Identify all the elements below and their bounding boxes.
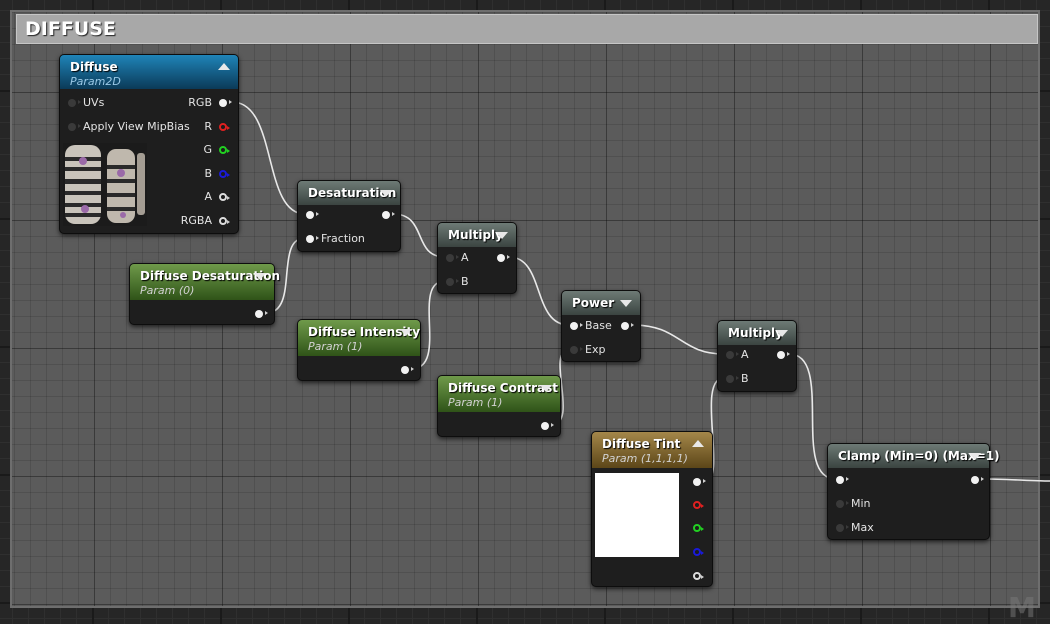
a-label: A	[741, 348, 749, 361]
max-label: Max	[851, 521, 874, 534]
node-title: Diffuse Desaturation	[140, 269, 281, 283]
b-output-pin[interactable]	[693, 548, 704, 556]
b-label: B	[741, 372, 749, 385]
clamp-node[interactable]: Clamp (Min=0) (Max=1) Min Max	[827, 443, 1000, 540]
desaturation-node[interactable]: Desaturation Fraction	[297, 180, 401, 252]
rgb-label: RGB	[188, 96, 212, 109]
collapse-arrow-icon[interactable]	[400, 329, 412, 336]
mipbias-label: Apply View MipBias	[83, 120, 190, 133]
output-pin[interactable]	[401, 366, 414, 374]
diffuse-tint-node[interactable]: Diffuse Tint Param (1,1,1,1)	[591, 431, 713, 587]
rgb-output-pin[interactable]	[219, 99, 232, 107]
output-pin[interactable]	[382, 211, 395, 219]
mipbias-input-pin[interactable]	[68, 123, 81, 131]
input-pin[interactable]	[836, 476, 849, 484]
diffuse-texture-node[interactable]: Diffuse Param2D UVs Apply View MipBias R…	[59, 54, 239, 234]
g-label: G	[203, 143, 212, 156]
watermark-logo: M	[1008, 591, 1036, 624]
a-input-pin[interactable]	[726, 351, 739, 359]
exp-label: Exp	[585, 343, 606, 356]
output-pin[interactable]	[255, 310, 268, 318]
a-output-pin[interactable]	[219, 193, 230, 201]
diffuse-intensity-node[interactable]: Diffuse Intensity Param (1)	[297, 319, 421, 381]
node-subtitle: Param (1)	[448, 396, 503, 409]
node-header[interactable]: Diffuse Contrast Param (1)	[438, 376, 560, 412]
node-subtitle: Param2D	[70, 75, 121, 88]
output-pin[interactable]	[541, 422, 554, 430]
color-swatch	[595, 473, 679, 557]
comment-title[interactable]: DIFFUSE	[16, 14, 1038, 44]
collapse-arrow-icon[interactable]	[380, 190, 392, 197]
a-output-pin[interactable]	[693, 572, 704, 580]
uvs-label: UVs	[83, 96, 105, 109]
r-label: R	[204, 120, 212, 133]
base-input-pin[interactable]	[570, 322, 583, 330]
node-header[interactable]: Power	[562, 291, 640, 315]
node-title: Multiply	[728, 326, 783, 340]
max-input-pin[interactable]	[836, 524, 849, 532]
node-header[interactable]: Clamp (Min=0) (Max=1)	[828, 444, 1000, 468]
input-pin[interactable]	[306, 211, 319, 219]
rgba-output-pin[interactable]	[219, 217, 230, 225]
output-pin[interactable]	[497, 254, 510, 262]
node-header[interactable]: Diffuse Desaturation Param (0)	[130, 264, 281, 300]
exp-input-pin[interactable]	[570, 346, 583, 354]
diffuse-desaturation-node[interactable]: Diffuse Desaturation Param (0)	[129, 263, 281, 325]
node-title: Diffuse Contrast	[448, 381, 559, 395]
node-title: Multiply	[448, 228, 503, 242]
output-pin[interactable]	[621, 322, 634, 330]
node-header[interactable]: Multiply	[718, 321, 796, 345]
g-output-pin[interactable]	[219, 146, 230, 154]
b-input-pin[interactable]	[446, 278, 459, 286]
g-output-pin[interactable]	[693, 524, 704, 532]
power-node[interactable]: Power Base Exp	[561, 290, 641, 362]
node-subtitle: Param (1)	[308, 340, 363, 353]
collapse-arrow-icon[interactable]	[496, 232, 508, 239]
multiply-node-2[interactable]: Multiply A B	[717, 320, 797, 392]
node-header[interactable]: Diffuse Param2D	[60, 55, 238, 89]
node-header[interactable]: Diffuse Tint Param (1,1,1,1)	[592, 432, 712, 468]
diffuse-contrast-node[interactable]: Diffuse Contrast Param (1)	[437, 375, 561, 437]
uvs-input-pin[interactable]	[68, 99, 81, 107]
rgb-output-pin[interactable]	[693, 478, 706, 486]
b-label: B	[461, 275, 469, 288]
node-title: Clamp (Min=0) (Max=1)	[838, 449, 1000, 463]
output-pin[interactable]	[971, 476, 984, 484]
node-title: Power	[572, 296, 615, 310]
node-title: Diffuse Intensity	[308, 325, 421, 339]
node-title: Desaturation	[308, 186, 397, 200]
fraction-input-pin[interactable]	[306, 235, 319, 243]
node-header[interactable]: Multiply	[438, 223, 516, 247]
a-label: A	[204, 190, 212, 203]
collapse-arrow-icon[interactable]	[620, 300, 632, 307]
b-label: B	[204, 167, 212, 180]
node-title: Diffuse Tint	[602, 437, 681, 451]
r-output-pin[interactable]	[693, 501, 704, 509]
rgba-label: RGBA	[180, 214, 212, 227]
node-title: Diffuse	[70, 60, 118, 74]
fraction-label: Fraction	[321, 232, 365, 245]
node-header[interactable]: Diffuse Intensity Param (1)	[298, 320, 420, 356]
a-input-pin[interactable]	[446, 254, 459, 262]
a-label: A	[461, 251, 469, 264]
collapse-arrow-icon[interactable]	[254, 273, 266, 280]
b-output-pin[interactable]	[219, 170, 230, 178]
output-pin[interactable]	[777, 351, 790, 359]
collapse-arrow-icon[interactable]	[218, 63, 230, 70]
min-input-pin[interactable]	[836, 500, 849, 508]
collapse-arrow-icon[interactable]	[776, 330, 788, 337]
min-label: Min	[851, 497, 871, 510]
texture-preview	[63, 143, 147, 226]
node-subtitle: Param (1,1,1,1)	[602, 452, 688, 465]
multiply-node-1[interactable]: Multiply A B	[437, 222, 517, 294]
base-label: Base	[585, 319, 612, 332]
b-input-pin[interactable]	[726, 375, 739, 383]
node-subtitle: Param (0)	[140, 284, 195, 297]
collapse-arrow-icon[interactable]	[540, 385, 552, 392]
node-header[interactable]: Desaturation	[298, 181, 400, 205]
collapse-arrow-icon[interactable]	[692, 440, 704, 447]
collapse-arrow-icon[interactable]	[969, 453, 981, 460]
r-output-pin[interactable]	[219, 123, 230, 131]
